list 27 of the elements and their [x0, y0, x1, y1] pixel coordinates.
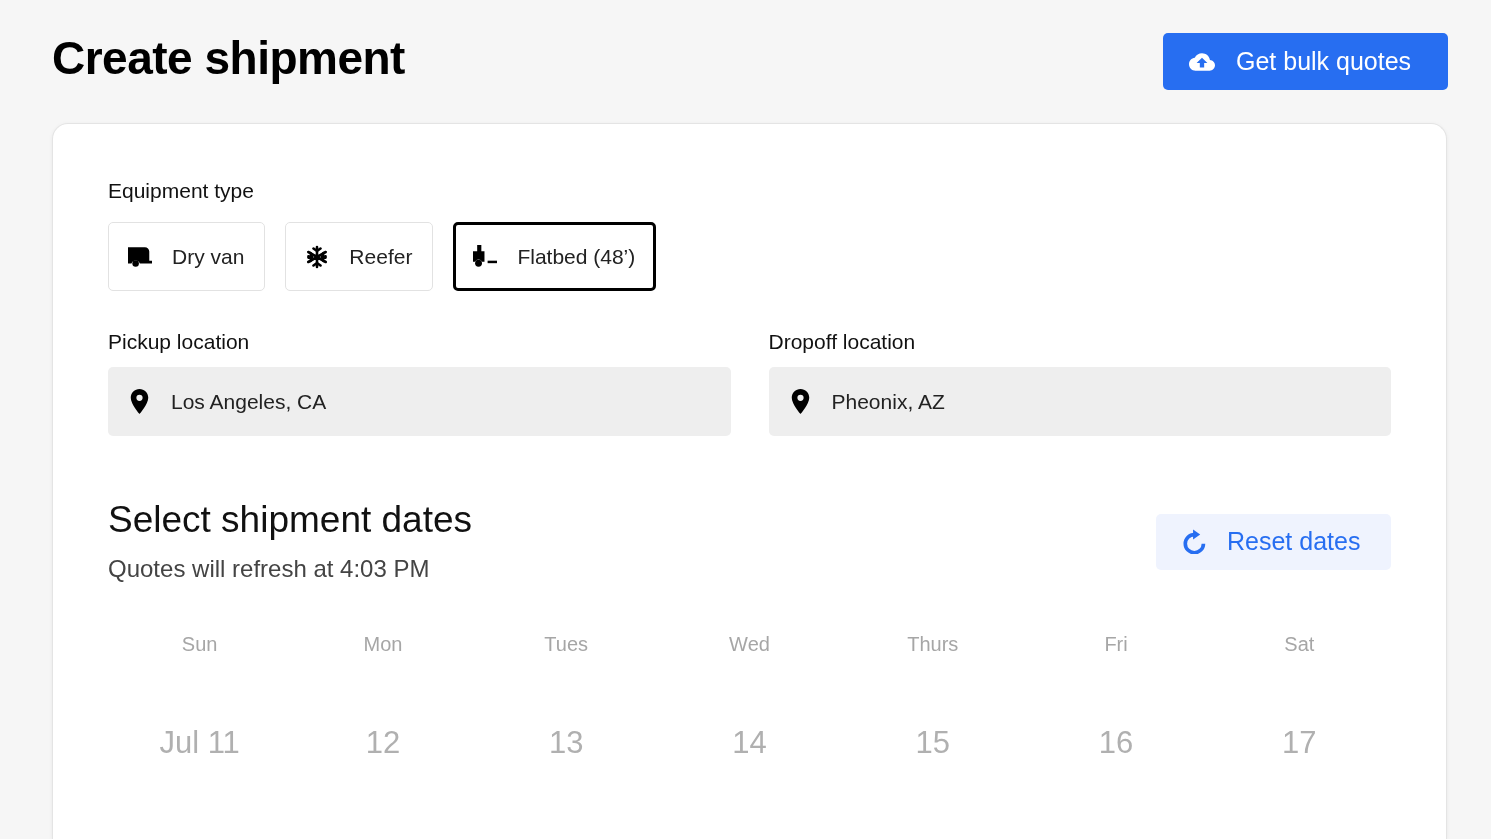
equipment-option[interactable]: Flatbed (48’) — [453, 222, 657, 291]
cloud-upload-icon — [1189, 51, 1215, 72]
map-pin-icon — [789, 389, 811, 414]
equipment-option[interactable]: Reefer — [285, 222, 434, 291]
snowflake-icon — [305, 244, 330, 269]
get-bulk-quotes-button[interactable]: Get bulk quotes — [1163, 33, 1448, 90]
refresh-icon — [1183, 529, 1206, 554]
location-input[interactable]: Los Angeles, CA — [108, 367, 731, 436]
weekday-label: Mon — [363, 632, 403, 657]
location-input[interactable]: Pheonix, AZ — [768, 367, 1391, 436]
weekday-label: Sat — [1284, 632, 1315, 657]
page-title: Create shipment — [52, 30, 405, 86]
weekday-label: Thurs — [907, 632, 959, 657]
trailer-icon — [128, 246, 152, 267]
section-heading: Select shipment dates — [108, 498, 473, 542]
field-label: Pickup location — [108, 329, 250, 355]
field-label: Dropoff location — [768, 329, 916, 355]
weekday-label: Wed — [729, 632, 770, 657]
refresh-note: Quotes will refresh at 4:03 PM — [108, 554, 430, 584]
reset-dates-button[interactable]: Reset dates — [1156, 513, 1391, 570]
weekday-label: Sun — [181, 632, 218, 657]
flatbed-truck-icon — [473, 245, 498, 268]
equipment-option[interactable]: Dry van — [108, 222, 266, 291]
equipment-type-label: Equipment type — [108, 178, 254, 204]
map-pin-icon — [129, 389, 150, 414]
weekday-label: Tues — [544, 632, 589, 657]
weekday-label: Fri — [1104, 632, 1128, 657]
